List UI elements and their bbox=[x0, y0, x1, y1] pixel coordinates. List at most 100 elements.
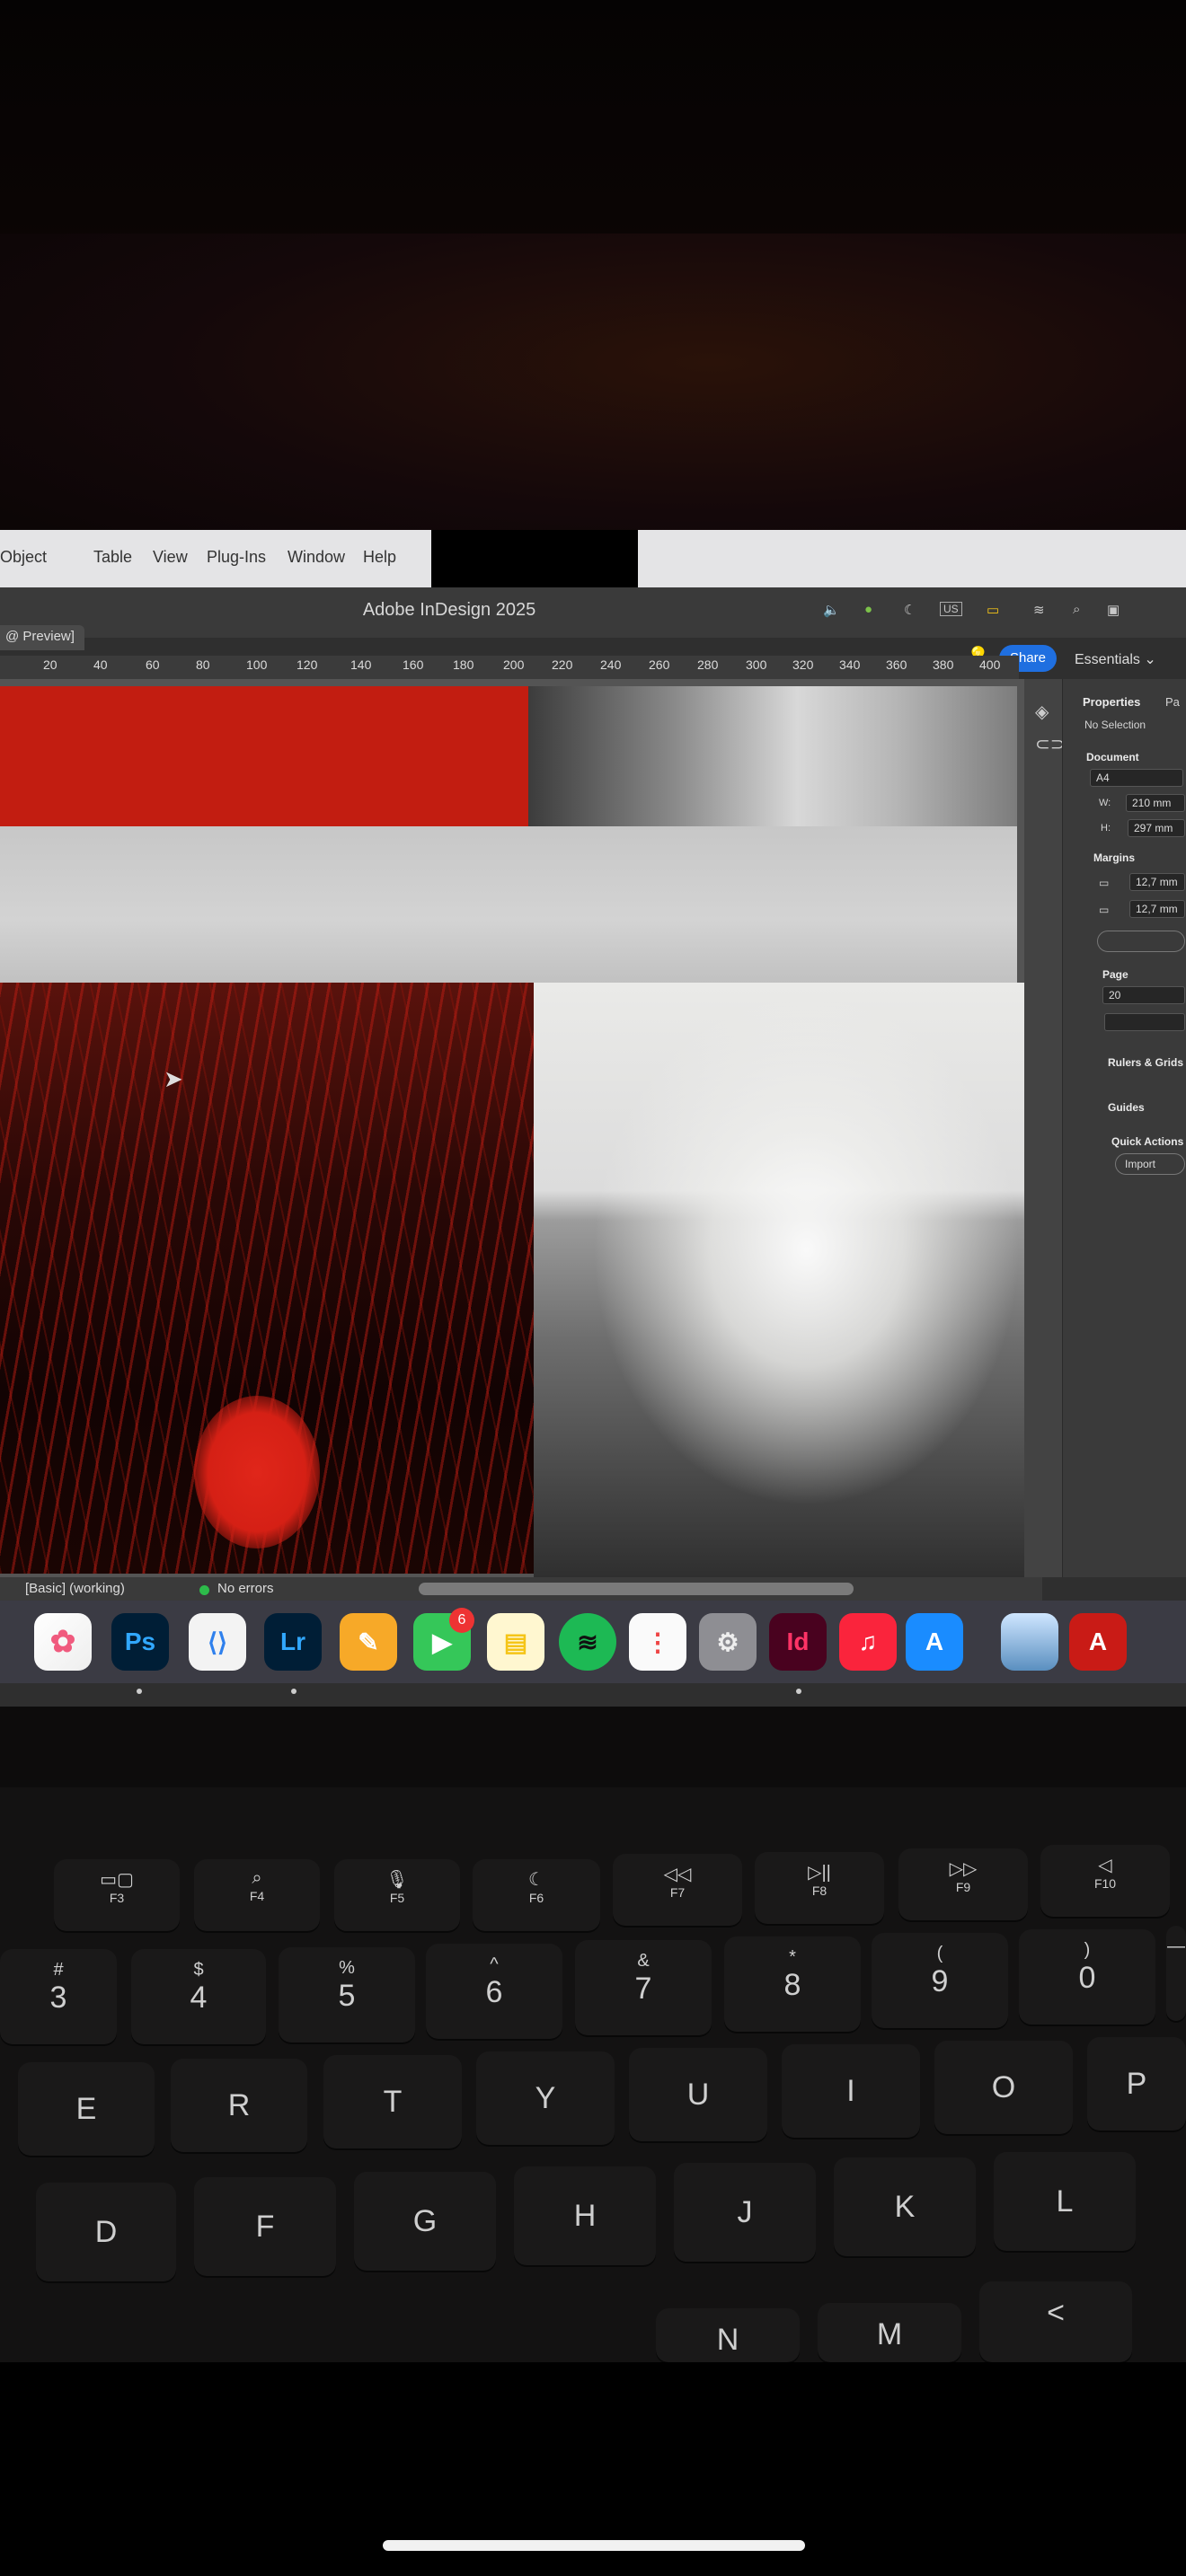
key-f: F bbox=[194, 2177, 336, 2276]
document-canvas[interactable]: ➤ bbox=[0, 679, 1033, 1577]
key-u: U bbox=[629, 2048, 767, 2141]
menu-view[interactable]: View bbox=[153, 548, 188, 567]
key-e: E bbox=[18, 2062, 155, 2156]
document-tab[interactable]: @ Preview] bbox=[0, 625, 84, 650]
pages-tab[interactable]: Pa bbox=[1165, 695, 1180, 709]
menu-table[interactable]: Table bbox=[93, 548, 132, 567]
app-store-app-icon[interactable]: A bbox=[906, 1613, 963, 1671]
wifi-icon[interactable]: ≋ bbox=[1033, 602, 1045, 618]
notes-app-icon[interactable]: ▤ bbox=[487, 1613, 544, 1671]
page-size-value: A4 bbox=[1096, 772, 1110, 784]
moon-icon[interactable]: ☾ bbox=[904, 602, 916, 618]
photos-app-icon[interactable]: ✿ bbox=[34, 1613, 92, 1671]
red-color-block[interactable] bbox=[0, 686, 528, 826]
ruler-tick: 400 bbox=[979, 657, 1001, 672]
quick-actions-label: Quick Actions bbox=[1111, 1135, 1184, 1148]
key-label: 4 bbox=[190, 1981, 208, 2015]
input-source[interactable]: US bbox=[940, 602, 962, 616]
horizontal-ruler: 20 40 60 80 100 120 140 160 180 200 220 … bbox=[0, 656, 1019, 680]
errors-status[interactable]: No errors bbox=[217, 1581, 274, 1596]
key-label: F3 bbox=[109, 1891, 125, 1905]
key-y: Y bbox=[476, 2051, 615, 2145]
music-app-icon[interactable]: ♫ bbox=[839, 1613, 897, 1671]
indesign-app-icon[interactable]: Id bbox=[769, 1613, 827, 1671]
key-label: F8 bbox=[811, 1883, 828, 1898]
fast-forward-icon: ▷▷ bbox=[949, 1859, 978, 1879]
preflight-profile[interactable]: [Basic] (working) bbox=[25, 1581, 125, 1596]
search-icon[interactable]: ⌕ bbox=[1073, 602, 1080, 617]
menu-plug-ins[interactable]: Plug-Ins bbox=[207, 548, 266, 567]
menu-object[interactable]: Object bbox=[0, 548, 47, 567]
microphone-icon: 🎙 bbox=[385, 1870, 409, 1890]
laptop-bezel bbox=[0, 1707, 1186, 1787]
key-shift-label: $ bbox=[193, 1960, 204, 1980]
acrobat-app-icon[interactable]: A bbox=[1069, 1613, 1127, 1671]
margin-bottom-field[interactable]: 12,7 mm bbox=[1129, 900, 1185, 918]
pages-app-icon[interactable]: ✎ bbox=[340, 1613, 397, 1671]
key-7: & 7 bbox=[575, 1940, 712, 2035]
spotify-app-icon[interactable]: ≋ bbox=[559, 1613, 616, 1671]
ruler-tick: 260 bbox=[649, 657, 670, 672]
height-field[interactable]: 297 mm bbox=[1128, 819, 1185, 837]
key-f9: ▷▷ F9 bbox=[898, 1848, 1028, 1920]
page-size-select[interactable]: A4 bbox=[1090, 769, 1183, 787]
vscode-app-icon[interactable]: ⟨⟩ bbox=[189, 1613, 246, 1671]
system-settings-app-icon[interactable]: ⚙ bbox=[699, 1613, 757, 1671]
battery-icon[interactable]: ▭ bbox=[987, 602, 999, 618]
ruler-tick: 380 bbox=[933, 657, 954, 672]
page-secondary-field[interactable] bbox=[1104, 1013, 1185, 1031]
photoshop-app-icon[interactable]: Ps bbox=[111, 1613, 169, 1671]
width-field[interactable]: 210 mm bbox=[1126, 794, 1185, 812]
key-label: F4 bbox=[249, 1889, 265, 1903]
ruler-tick: 20 bbox=[43, 657, 58, 672]
key-shift-label: * bbox=[789, 1947, 796, 1967]
android-icon[interactable]: ● bbox=[864, 602, 872, 617]
key-f3: ▭▢ F3 bbox=[54, 1859, 180, 1931]
layers-icon[interactable]: ◈ bbox=[1035, 701, 1049, 723]
guides-label[interactable]: Guides bbox=[1108, 1101, 1145, 1114]
margins-button[interactable] bbox=[1097, 931, 1185, 952]
key-f4: ⌕ F4 bbox=[194, 1859, 320, 1931]
horizontal-scrollbar[interactable] bbox=[419, 1583, 854, 1595]
menu-help[interactable]: Help bbox=[363, 548, 396, 567]
facetime-badge: 6 bbox=[449, 1608, 474, 1633]
links-icon[interactable]: ⊂⊃ bbox=[1035, 733, 1066, 755]
lightroom-app-icon[interactable]: Lr bbox=[264, 1613, 322, 1671]
height-label: H: bbox=[1101, 823, 1111, 834]
rulers-grids-label[interactable]: Rulers & Grids bbox=[1108, 1056, 1183, 1069]
key-label: F6 bbox=[528, 1891, 544, 1905]
key-h: H bbox=[514, 2166, 656, 2265]
grayscale-photo-top[interactable] bbox=[528, 686, 1017, 826]
page-field[interactable]: 20 bbox=[1102, 986, 1185, 1004]
margins-label: Margins bbox=[1093, 851, 1136, 864]
margin-top-field[interactable]: 12,7 mm bbox=[1129, 873, 1185, 891]
mission-control-icon: ▭▢ bbox=[100, 1870, 134, 1890]
reminders-app-icon[interactable]: ⋮ bbox=[629, 1613, 686, 1671]
red-forest-image[interactable] bbox=[0, 983, 534, 1574]
gray-text-frame[interactable] bbox=[0, 826, 1017, 983]
sea-photo[interactable] bbox=[534, 983, 1030, 1577]
import-button[interactable]: Import bbox=[1115, 1153, 1185, 1175]
key-0: ) 0 bbox=[1019, 1929, 1155, 2025]
spotlight-icon: ⌕ bbox=[252, 1868, 262, 1888]
width-label: W: bbox=[1099, 798, 1111, 808]
key-shift-label: % bbox=[339, 1958, 355, 1978]
home-indicator[interactable] bbox=[383, 2540, 805, 2551]
window-title: Adobe InDesign 2025 bbox=[362, 600, 536, 620]
preview-app-icon[interactable] bbox=[1001, 1613, 1058, 1671]
ruler-tick: 100 bbox=[246, 657, 268, 672]
properties-panel: Properties Pa No Selection Document A4 W… bbox=[1062, 679, 1186, 1577]
key-label: 5 bbox=[338, 1979, 356, 2013]
key-label: F10 bbox=[1093, 1876, 1117, 1891]
panel-icon-strip: ◈ ⊂⊃ bbox=[1024, 679, 1066, 1577]
menu-window[interactable]: Window bbox=[288, 548, 345, 567]
control-center-icon[interactable]: ▣ bbox=[1107, 602, 1120, 618]
mute-icon: ◁ bbox=[1098, 1856, 1112, 1875]
key-p: P bbox=[1087, 2037, 1186, 2130]
key-shift-label: — bbox=[1167, 1936, 1185, 1956]
workspace-switcher[interactable]: Essentials ⌄ bbox=[1075, 650, 1156, 668]
properties-tab[interactable]: Properties bbox=[1083, 695, 1140, 709]
volume-icon[interactable]: 🔈 bbox=[823, 602, 840, 618]
margin-bottom-icon: ▭ bbox=[1099, 904, 1110, 916]
key-f10: ◁ F10 bbox=[1040, 1845, 1170, 1917]
